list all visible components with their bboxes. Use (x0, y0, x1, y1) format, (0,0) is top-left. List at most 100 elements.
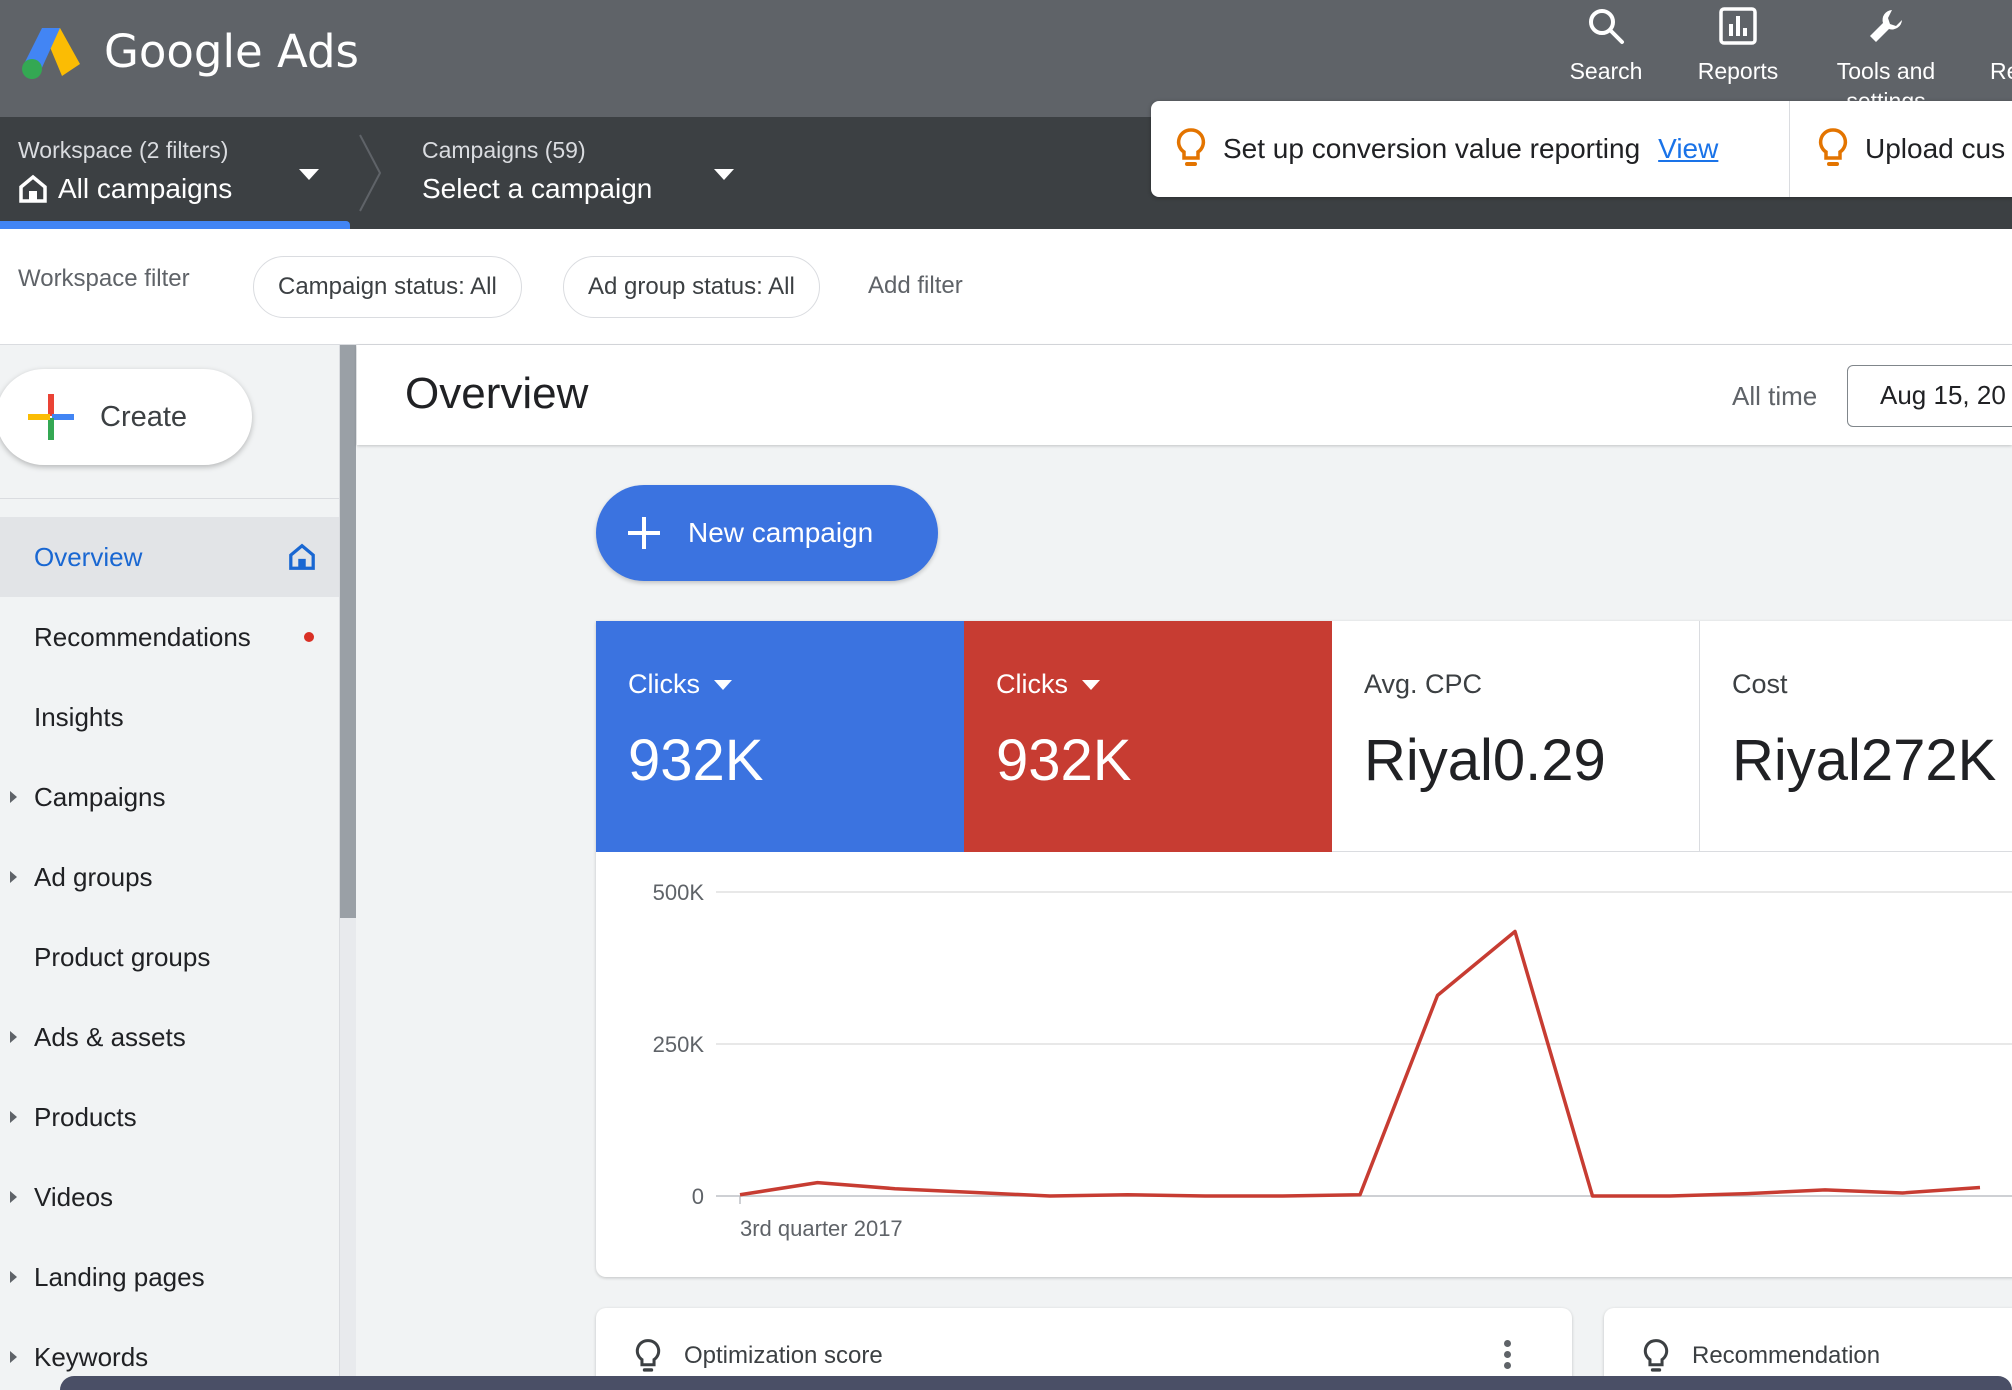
campaign-status-chip[interactable]: Campaign status: All (253, 256, 522, 318)
plus-icon (28, 394, 74, 440)
sidebar: Create Overview Recommendations Insights… (0, 345, 340, 1390)
sidebar-item-products[interactable]: Products (0, 1077, 339, 1157)
date-range-picker[interactable]: Aug 15, 20 (1847, 365, 2012, 427)
sidebar-scroll-track (340, 918, 356, 1390)
expand-arrow-icon (10, 1351, 17, 1363)
refresh-nav-button[interactable]: Re (1976, 0, 2012, 117)
campaign-name: Select a campaign (422, 173, 653, 204)
workspace-filters-label: Workspace (2 filters) (18, 137, 229, 163)
dropdown-icon[interactable] (714, 679, 732, 690)
campaigns-count-label: Campaigns (59) (422, 137, 586, 163)
workspace-dropdown-icon[interactable] (299, 169, 319, 180)
create-button[interactable]: Create (0, 369, 252, 465)
new-campaign-button[interactable]: New campaign (596, 485, 938, 581)
lightbulb-icon (1643, 1339, 1669, 1372)
ad-group-status-chip[interactable]: Ad group status: All (563, 256, 820, 318)
new-campaign-label: New campaign (688, 517, 874, 548)
sidebar-item-label: Product groups (34, 941, 211, 972)
expand-arrow-icon (10, 1111, 17, 1123)
performance-card: Clicks 932K Clicks 932K Avg. CPC Riyal0.… (596, 621, 2012, 1277)
more-options-icon[interactable] (1504, 1340, 1512, 1373)
workspace-selector[interactable]: Workspace (2 filters) All campaigns (18, 135, 232, 209)
metric-tile-clicks-secondary[interactable]: Clicks 932K (964, 621, 1332, 852)
campaign-selector[interactable]: Campaigns (59) Select a campaign (422, 135, 652, 209)
metric-label: Clicks (628, 669, 700, 699)
sidebar-item-overview[interactable]: Overview (0, 517, 339, 597)
search-icon (1589, 9, 1624, 44)
metric-tile-cost[interactable]: Cost Riyal272K (1700, 621, 2012, 852)
sidebar-item-landing-pages[interactable]: Landing pages (0, 1237, 339, 1317)
sidebar-item-label: Landing pages (34, 1261, 205, 1292)
campaign-dropdown-icon[interactable] (714, 169, 734, 180)
sidebar-item-insights[interactable]: Insights (0, 677, 339, 757)
sidebar-item-ads-assets[interactable]: Ads & assets (0, 997, 339, 1077)
sidebar-item-label: Videos (34, 1181, 114, 1212)
sidebar-item-product-groups[interactable]: Product groups (0, 917, 339, 997)
metric-value: 932K (996, 728, 1132, 793)
home-icon (289, 543, 315, 570)
search-nav-button[interactable]: Search (1536, 0, 1676, 117)
recommendation-title: Recommendation (1692, 1342, 1881, 1369)
add-filter-button[interactable]: Add filter (868, 272, 963, 300)
search-nav-label: Search (1569, 58, 1643, 84)
lightbulb-icon (635, 1339, 661, 1372)
plus-icon (628, 517, 660, 549)
sidebar-divider (0, 498, 339, 499)
workspace-active-indicator (0, 221, 350, 229)
notification-conversion: Set up conversion value reporting View (1175, 101, 1718, 197)
sidebar-item-label: Insights (34, 701, 124, 732)
breadcrumb-separator (359, 134, 382, 212)
expand-arrow-icon (10, 1191, 17, 1203)
sidebar-scrollbar[interactable] (340, 345, 356, 918)
sidebar-item-label: Ad groups (34, 861, 153, 892)
lightbulb-icon (1176, 128, 1206, 166)
metric-tile-clicks-primary[interactable]: Clicks 932K (596, 621, 964, 852)
sidebar-item-label: Products (34, 1101, 137, 1132)
metric-value: 932K (628, 728, 764, 793)
sidebar-item-recommendations[interactable]: Recommendations (0, 597, 339, 677)
date-range-label: All time (1732, 381, 1818, 411)
workspace-filter-bar: Workspace filter Campaign status: All Ad… (0, 229, 2012, 345)
notification-card: Set up conversion value reporting View U… (1151, 101, 2012, 197)
sidebar-item-ad-groups[interactable]: Ad groups (0, 837, 339, 917)
tools-nav-label: Tools and settings (1836, 58, 1936, 106)
x-tick-label: 3rd quarter 2017 (740, 1216, 903, 1241)
metric-value: Riyal272K (1732, 728, 1997, 793)
notification-upload-text: Upload cus (1865, 133, 2006, 164)
create-label: Create (100, 400, 188, 433)
tools-nav-button[interactable]: Tools and settings (1816, 0, 1956, 106)
expand-arrow-icon (10, 871, 17, 883)
sidebar-item-label: Overview (34, 541, 143, 572)
optimization-score-title: Optimization score (684, 1342, 883, 1369)
reports-nav-button[interactable]: Reports (1668, 0, 1808, 117)
expand-arrow-icon (10, 1031, 17, 1043)
google-ads-logo (22, 28, 80, 79)
reports-nav-label: Reports (1697, 58, 1779, 84)
notification-text: Set up conversion value reporting (1223, 133, 1641, 164)
sidebar-item-label: Recommendations (34, 621, 251, 652)
sidebar-item-videos[interactable]: Videos (0, 1157, 339, 1237)
metric-label: Clicks (996, 669, 1068, 699)
metric-tile-avg-cpc[interactable]: Avg. CPC Riyal0.29 (1332, 621, 1700, 852)
y-tick-label: 250K (653, 1032, 705, 1057)
workspace-name: All campaigns (58, 173, 233, 204)
metric-label: Cost (1732, 669, 1788, 699)
notification-divider (1789, 101, 1790, 197)
metric-label: Avg. CPC (1364, 669, 1483, 699)
sidebar-item-label: Campaigns (34, 781, 166, 812)
sidebar-item-campaigns[interactable]: Campaigns (0, 757, 339, 837)
lightbulb-icon (1818, 128, 1848, 166)
sidebar-item-label: Keywords (34, 1341, 149, 1372)
refresh-nav-label: Re (1990, 58, 2012, 84)
top-app-bar: Google Ads Search Reports Tools and sett… (0, 0, 2012, 117)
wrench-icon (1870, 10, 1902, 42)
os-dock (60, 1376, 2012, 1390)
expand-arrow-icon (10, 1271, 17, 1283)
reports-icon (1719, 7, 1757, 45)
expand-arrow-icon (10, 791, 17, 803)
metric-value: Riyal0.29 (1364, 728, 1606, 793)
notification-view-link[interactable]: View (1658, 133, 1718, 165)
page-title: Overview (405, 369, 589, 418)
notification-upload: Upload cus (1817, 101, 2005, 197)
dropdown-icon[interactable] (1082, 679, 1100, 690)
